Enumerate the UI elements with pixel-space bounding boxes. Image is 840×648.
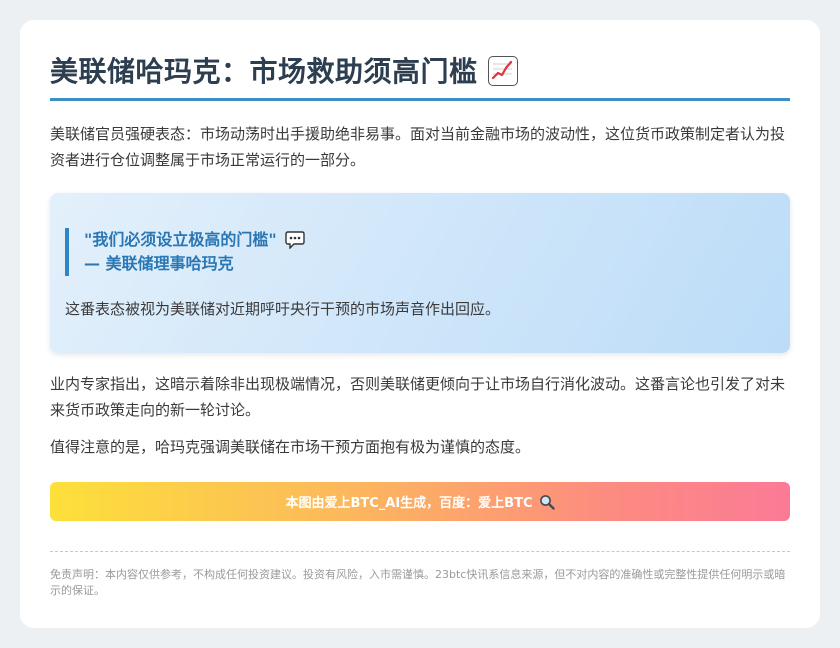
quote-box: "我们必须设立极高的门槛" — 美联储理事哈玛克 这番表态被视为美联储对近期呼吁… (50, 193, 790, 353)
quote-text: "我们必须设立极高的门槛" (84, 230, 277, 249)
paragraph-1: 美联储官员强硬表态：市场动荡时出手援助绝非易事。面对当前金融市场的波动性，这位货… (50, 125, 786, 169)
speech-balloon-icon (284, 231, 305, 250)
disclaimer: 免责声明：本内容仅供参考，不构成任何投资建议。投资有风险，入市需谨慎。23btc… (50, 568, 786, 597)
banner-text: 本图由爱上BTC_AI生成，百度：爱上BTC (285, 496, 533, 511)
paragraph-2: 业内专家指出，这暗示着除非出现极端情况，否则美联储更倾向于让市场自行消化波动。这… (50, 375, 786, 419)
article-title: 美联储哈玛克：市场救助须高门槛 (50, 55, 478, 88)
magnifying-glass-icon (539, 494, 555, 510)
quote-note: 这番表态被视为美联储对近期呼吁央行干预的市场声音作出回应。 (65, 300, 501, 318)
paragraph-3: 值得注意的是，哈玛克强调美联储在市场干预方面抱有极为谨慎的态度。 (50, 438, 531, 456)
blockquote: "我们必须设立极高的门槛" — 美联储理事哈玛克 (65, 228, 775, 276)
quote-attribution: — 美联储理事哈玛克 (84, 254, 234, 273)
title-row: 美联储哈玛克：市场救助须高门槛 (50, 46, 790, 94)
chart-increasing-icon (487, 56, 518, 86)
title-underline (50, 98, 790, 101)
article-card: 美联储哈玛克：市场救助须高门槛 美联储官员强硬表态：市场动荡时出手援助绝非易事。… (20, 20, 820, 628)
ai-generated-banner: 本图由爱上BTC_AI生成，百度：爱上BTC (50, 482, 790, 521)
quote-text-line: "我们必须设立极高的门槛" (84, 228, 775, 252)
divider (50, 551, 790, 552)
